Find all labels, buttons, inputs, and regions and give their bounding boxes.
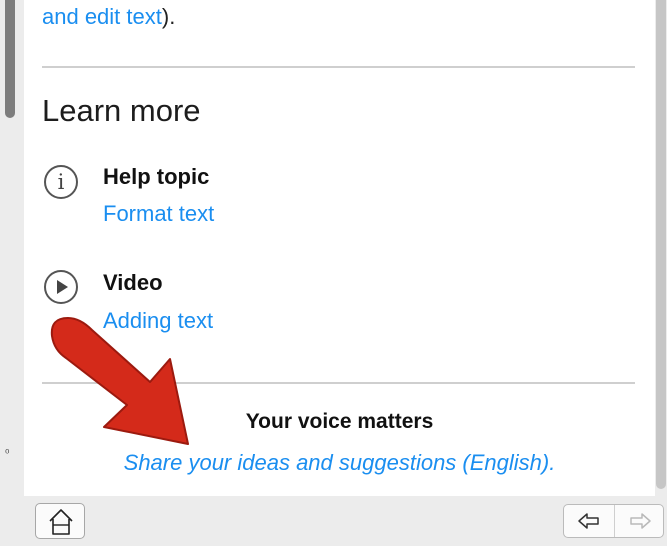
adding-text-link[interactable]: Adding text (103, 308, 213, 334)
edit-text-link[interactable]: and edit text (42, 4, 162, 29)
help-panel: and edit text). Learn more i Help topic … (24, 0, 656, 497)
section-title: Learn more (42, 93, 201, 128)
divider (42, 382, 635, 384)
left-gutter: ⁰ (0, 0, 24, 496)
divider (42, 66, 635, 68)
info-circle-icon: i (44, 165, 78, 199)
forward-arrow-icon (630, 513, 651, 529)
right-scrollbar[interactable] (655, 0, 667, 496)
format-text-link[interactable]: Format text (103, 201, 214, 227)
back-button[interactable] (564, 505, 614, 537)
footer-toolbar (0, 496, 667, 546)
back-arrow-icon (578, 513, 599, 529)
navigation-buttons (563, 504, 664, 538)
play-circle-icon (44, 270, 78, 304)
your-voice-matters-title: Your voice matters (245, 410, 434, 433)
help-topic-title: Help topic (103, 164, 210, 189)
video-title: Video (103, 270, 163, 295)
forward-button[interactable] (615, 505, 665, 537)
resize-handle-icon[interactable]: ⁰ (5, 447, 9, 460)
home-icon (49, 509, 73, 535)
top-partial-link-line: and edit text). (42, 4, 175, 30)
share-ideas-link[interactable]: Share your ideas and suggestions (Englis… (24, 450, 655, 476)
left-scrollbar-thumb[interactable] (5, 0, 15, 118)
right-scrollbar-thumb[interactable] (656, 0, 666, 489)
home-button[interactable] (35, 503, 85, 539)
top-link-suffix: ). (161, 4, 176, 29)
